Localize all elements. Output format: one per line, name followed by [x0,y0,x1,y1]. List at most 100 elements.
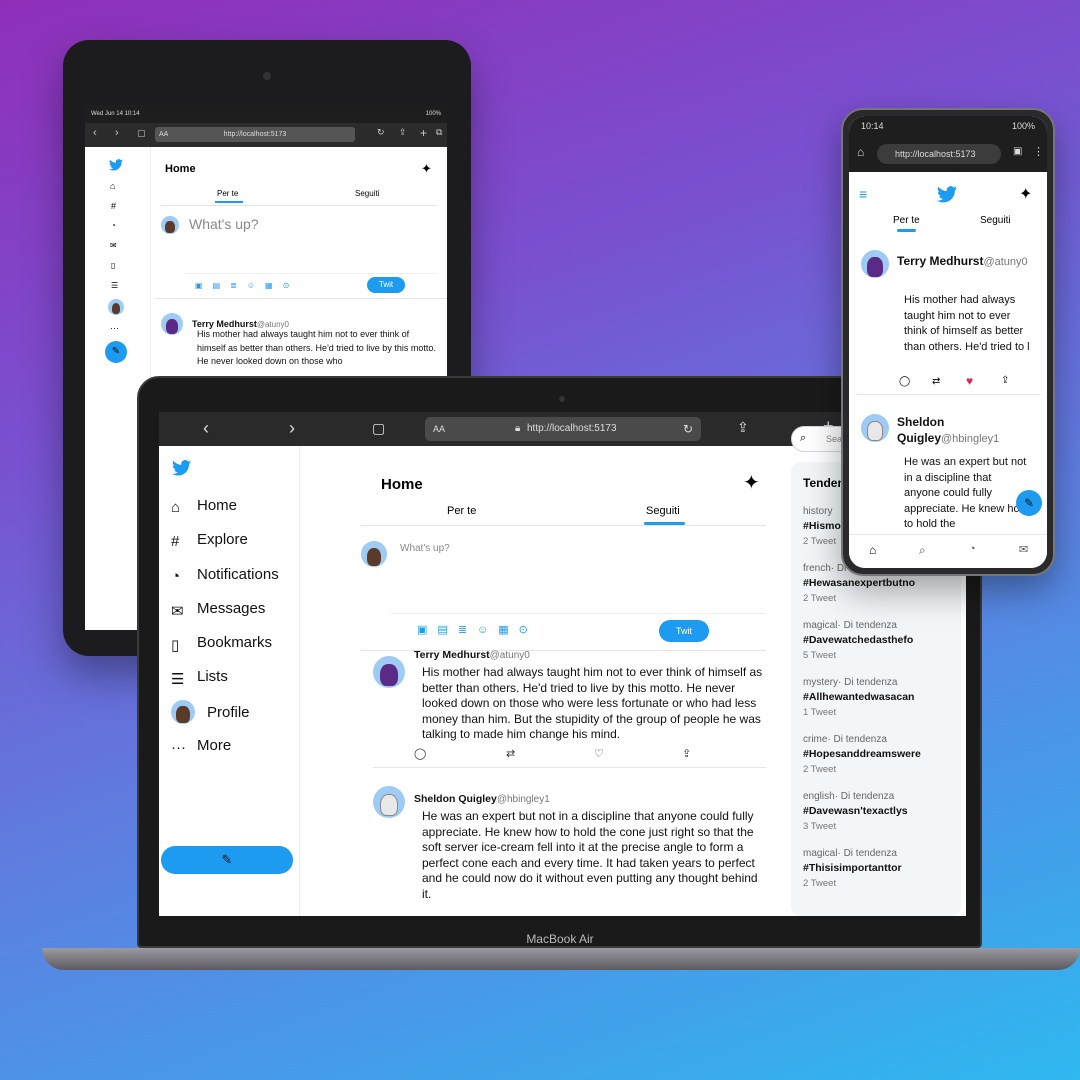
divider [391,613,766,614]
schedule-icon[interactable]: ▦ [265,281,283,290]
compose-feather-icon[interactable]: ✎ [1016,490,1042,516]
mail-icon[interactable]: ✉ [1019,543,1028,556]
schedule-icon[interactable]: ▦ [498,624,508,636]
sidebar-item-more[interactable]: ··· More [171,737,231,756]
back-icon[interactable]: ‹ [203,418,209,439]
tablet-status-battery: 100% [425,111,441,117]
tweet-author-handle[interactable]: @hbingley1 [497,794,550,805]
phone-url-bar[interactable]: http://localhost:5173 [877,144,1001,164]
hamburger-icon[interactable]: ≡ [859,186,867,202]
image-icon[interactable]: ▣ [195,281,213,290]
emoji-icon[interactable]: ☺ [477,624,488,636]
retweet-icon[interactable]: ⇄ [506,747,515,760]
sidebar-item-lists[interactable]: ☰ Lists [171,668,228,688]
tabs-icon[interactable]: ▣ [1013,146,1022,157]
tab-per-te[interactable]: Per te [893,215,920,226]
menu-dots-icon[interactable]: ⋮ [1033,145,1044,158]
tweet-author-handle[interactable]: @atuny0 [983,256,1027,268]
sparkle-icon[interactable]: ✦ [421,161,432,177]
gif-icon[interactable]: ▤ [437,624,447,636]
reader-icon[interactable]: ▢ [372,420,385,437]
avatar[interactable] [108,299,124,315]
retweet-icon[interactable]: ⇄ [932,376,940,387]
avatar [373,786,405,818]
sidebar-item-messages[interactable]: ✉ Messages [171,600,265,620]
poll-icon[interactable]: ≣ [458,624,467,636]
tab-seguiti[interactable]: Seguiti [646,505,680,517]
reply-icon[interactable]: ◯ [414,747,426,760]
gif-icon[interactable]: ▤ [213,281,231,290]
home-icon[interactable]: ⌂ [857,145,864,159]
bell-icon[interactable]: ◔ [969,543,976,555]
reload-icon[interactable]: ↻ [377,127,385,138]
tweet-button[interactable]: Twit [659,620,709,642]
twitter-logo-icon[interactable] [172,460,191,476]
emoji-icon[interactable]: ☺ [247,281,265,290]
dots-icon[interactable]: ··· [110,323,119,333]
trend-item[interactable]: crime· Di tendenza #Hopesanddreamswere 2… [803,734,921,775]
location-icon[interactable]: ⊙ [519,624,528,636]
tweet-author-name[interactable]: Sheldon Quigley [897,415,944,445]
trend-item[interactable]: magical· Di tendenza #Thisisimportanttor… [803,848,902,889]
poll-icon[interactable]: ≣ [230,281,247,290]
compose-input[interactable]: What's up? [189,216,259,232]
tab-seguiti[interactable]: Seguiti [980,215,1011,226]
trend-category: mystery· Di tendenza [803,677,898,688]
bell-icon[interactable]: ◔ [111,221,116,230]
share-icon[interactable]: ⇪ [682,747,691,760]
tweet-author-handle[interactable]: @hbingley1 [941,433,999,445]
compose-tweet-button[interactable]: ✎ [161,846,293,874]
twitter-logo-icon[interactable] [109,159,123,171]
sidebar-item-label: Notifications [197,566,279,583]
sparkle-icon[interactable]: ✦ [743,470,760,495]
compose-input[interactable]: What's up? [400,543,450,554]
tweet-author-name[interactable]: Terry Medhurst [414,649,490,661]
like-icon[interactable]: ♡ [594,747,604,760]
bookmark-icon[interactable]: ▯ [111,261,115,270]
home-icon[interactable]: ⌂ [869,543,876,557]
text-size-button[interactable]: AA [159,127,168,142]
share-icon[interactable]: ⇪ [399,127,407,138]
trend-category: english· Di tendenza [803,791,895,802]
tweet-author-handle[interactable]: @atuny0 [490,650,530,661]
location-icon[interactable]: ⊙ [283,281,300,290]
sidebar-item-explore[interactable]: # Explore [171,531,248,550]
back-icon[interactable]: ‹ [93,127,97,139]
like-icon[interactable]: ♥ [966,374,973,388]
home-icon[interactable]: ⌂ [110,181,115,191]
new-tab-icon[interactable]: + [420,126,427,140]
sidebar-item-bookmarks[interactable]: ▯ Bookmarks [171,634,272,654]
sidebar-item-notifications[interactable]: ◔ Notifications [171,566,279,585]
share-icon[interactable]: ⇪ [737,419,749,436]
forward-icon[interactable]: › [115,127,119,139]
tweet-author-name[interactable]: Sheldon Quigley [414,793,497,805]
twitter-logo-icon[interactable] [937,186,957,203]
reader-icon[interactable]: ▢ [137,128,146,139]
trend-item[interactable]: magical· Di tendenza #Davewatchedasthefo… [803,620,913,661]
trend-item[interactable]: mystery· Di tendenza #Allhewantedwasacan… [803,677,914,718]
reload-icon[interactable]: ↻ [683,417,693,441]
trend-count: 5 Tweet [803,650,837,661]
list-icon[interactable]: ☰ [111,281,118,290]
forward-icon[interactable]: › [289,418,295,439]
text-size-button[interactable]: AA [433,417,445,441]
sidebar-item-profile[interactable]: Profile [171,700,250,724]
share-icon[interactable]: ⇪ [1001,375,1009,386]
compose-feather-icon[interactable]: ✎ [105,341,127,363]
search-icon[interactable]: ⌕ [919,543,926,558]
laptop-url-bar[interactable]: AA 🔒︎ http://localhost:5173 ↻ [425,417,701,441]
tablet-url-bar[interactable]: AA http://localhost:5173 [155,127,355,142]
tab-per-te[interactable]: Per te [447,505,476,517]
mail-icon[interactable]: ✉ [110,241,117,250]
image-icon[interactable]: ▣ [417,624,427,636]
tab-seguiti[interactable]: Seguiti [355,189,379,198]
tabs-icon[interactable]: ⧉ [436,127,442,138]
sparkle-icon[interactable]: ✦ [1019,184,1032,204]
tweet-button[interactable]: Twit [367,277,405,293]
tweet-author-name[interactable]: Terry Medhurst [897,254,983,268]
hash-icon[interactable]: # [111,201,116,211]
tab-per-te[interactable]: Per te [217,189,238,198]
reply-icon[interactable]: ◯ [899,376,910,387]
trend-item[interactable]: english· Di tendenza #Davewasn'texactlys… [803,791,908,832]
sidebar-item-home[interactable]: ⌂ Home [171,497,237,516]
